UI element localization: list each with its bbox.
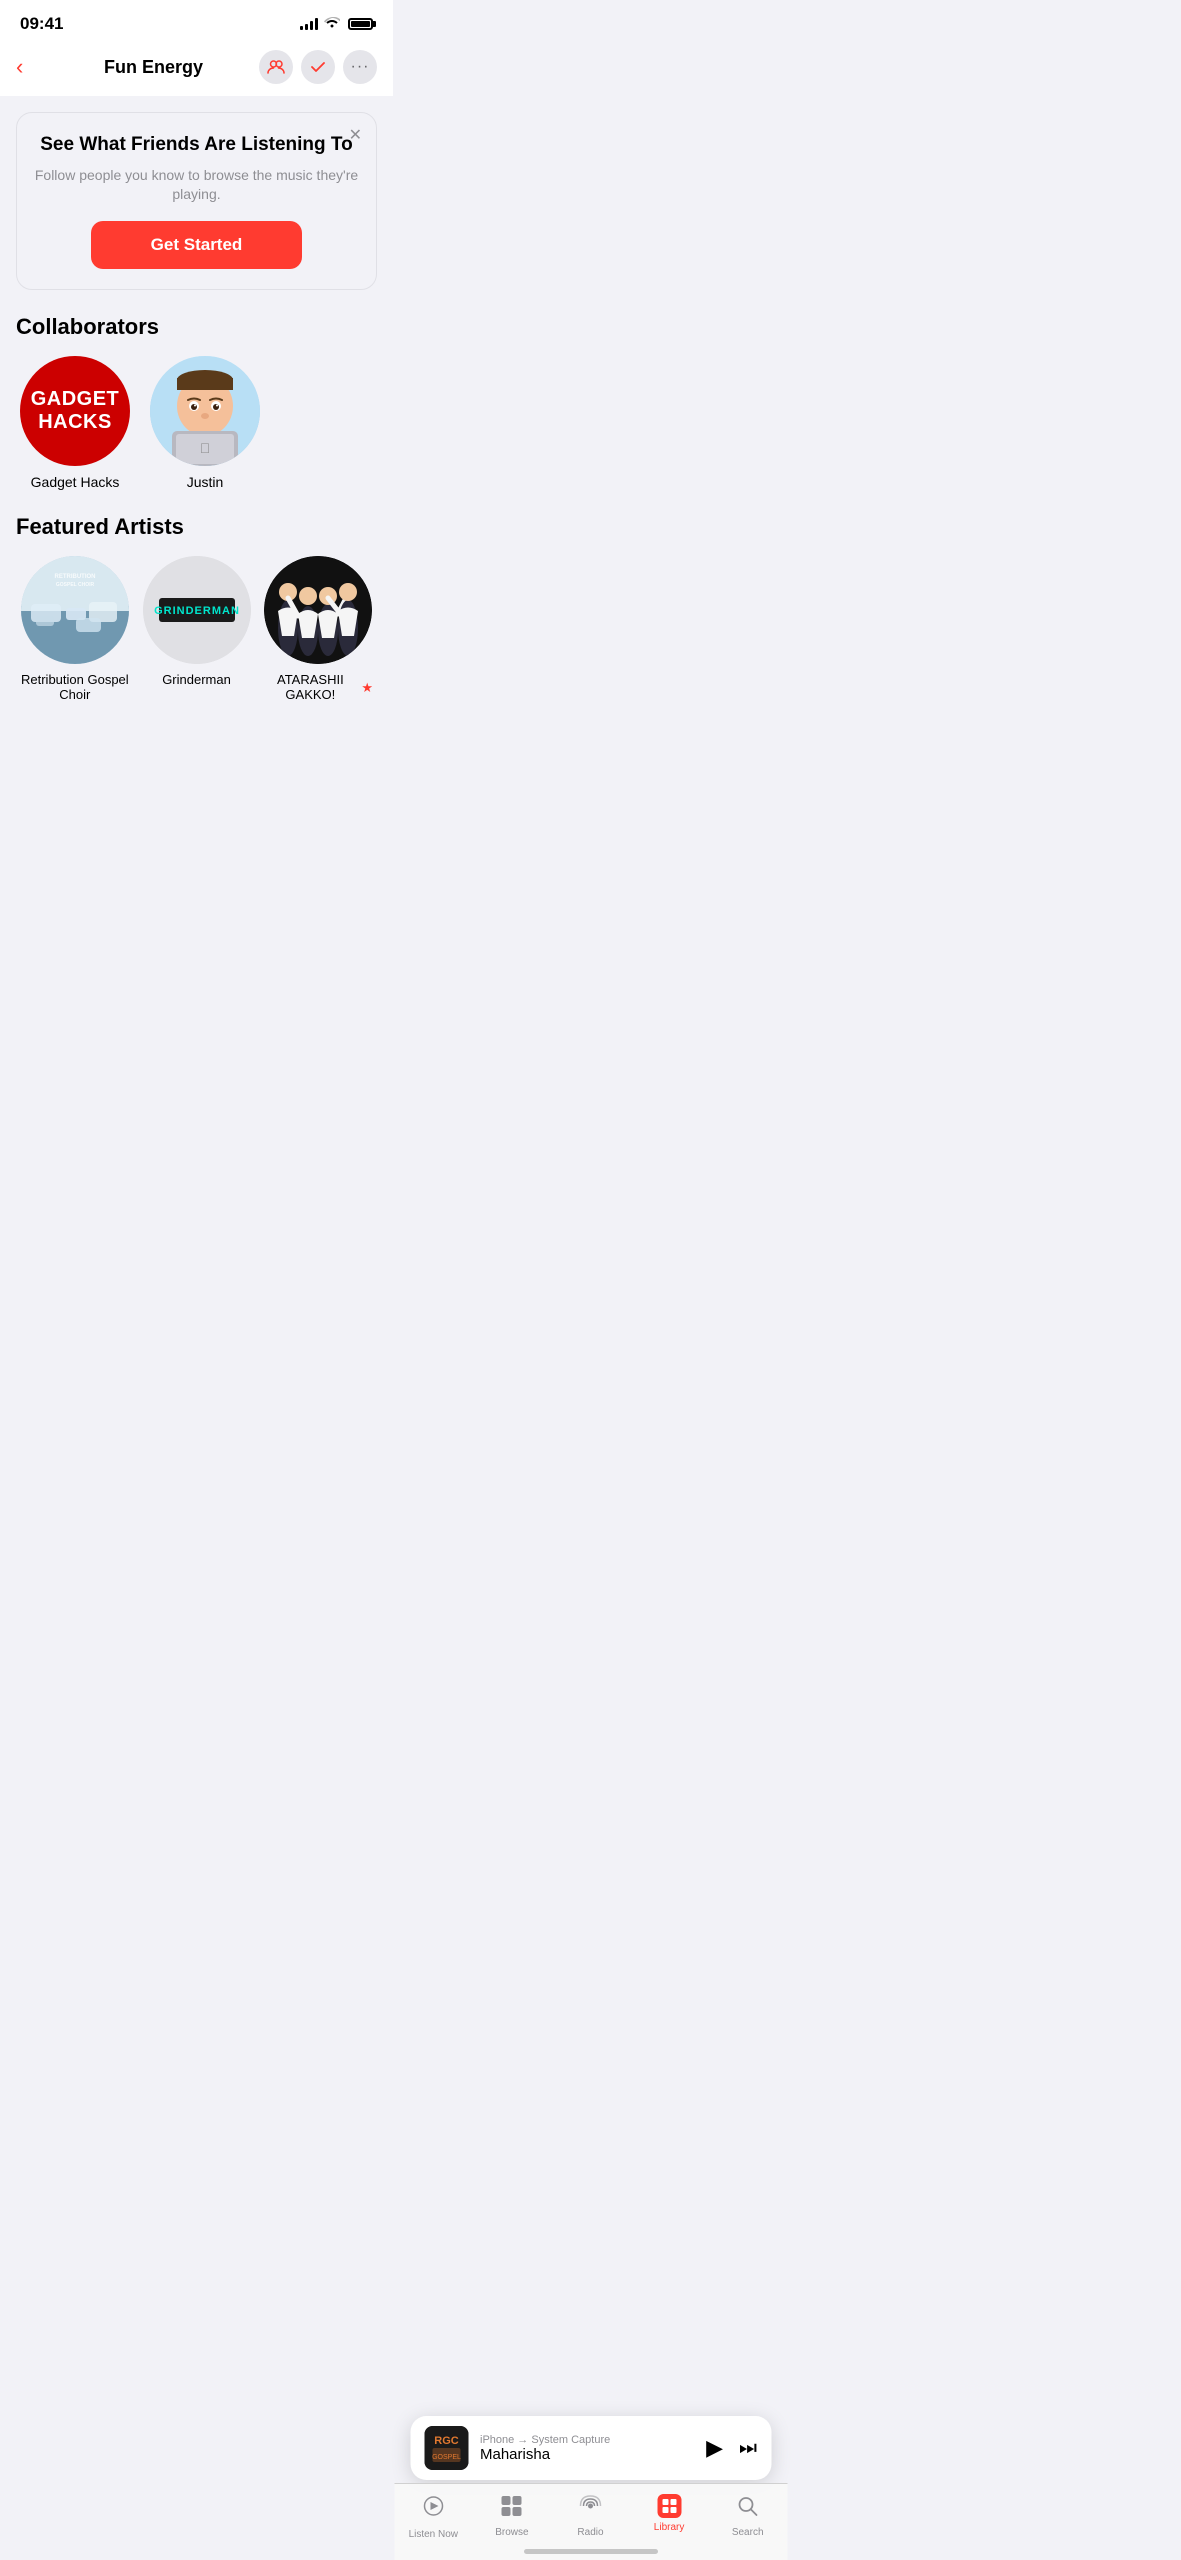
grinderman-avatar: GRINDERMAN — [143, 556, 251, 664]
collaborators-title: Collaborators — [16, 314, 377, 340]
now-playing-bar[interactable]: RGC GOSPEL iPhone → System Capture Mahar… — [410, 2416, 771, 2480]
now-playing-info: iPhone → System Capture Maharisha — [480, 2434, 694, 2463]
svg-text:RETRIBUTION: RETRIBUTION — [54, 574, 95, 580]
banner-title: See What Friends Are Listening To — [33, 133, 360, 158]
get-started-button[interactable]: Get Started — [91, 221, 303, 269]
listen-now-icon — [421, 2494, 445, 2525]
status-icons — [300, 16, 373, 32]
tab-radio[interactable]: Radio — [551, 2494, 630, 2538]
listen-now-label: Listen Now — [409, 2529, 458, 2540]
gadget-hacks-avatar: GADGETHACKS — [20, 356, 130, 466]
radio-label: Radio — [577, 2527, 603, 2538]
fast-forward-button[interactable]: ⏭ — [739, 2437, 757, 2460]
search-label: Search — [732, 2527, 764, 2538]
nav-actions: ··· — [259, 50, 377, 84]
artist-atarashii[interactable]: ATARASHII GAKKO! ★ — [263, 556, 373, 703]
svg-text:GRINDERMAN: GRINDERMAN — [154, 605, 240, 617]
retribution-name: Retribution Gospel Choir — [20, 672, 130, 703]
featured-artists-title: Featured Artists — [16, 514, 377, 540]
banner-subtitle: Follow people you know to browse the mus… — [33, 166, 360, 205]
artists-list: RETRIBUTION GOSPEL CHOIR Retribution Gos… — [16, 556, 377, 703]
nav-bar: ‹ Fun Energy ··· — [0, 42, 393, 96]
tab-listen-now[interactable]: Listen Now — [394, 2494, 473, 2540]
search-icon — [736, 2494, 760, 2523]
featured-artists-section: Featured Artists — [16, 514, 377, 703]
status-bar: 09:41 — [0, 0, 393, 42]
main-content: ✕ See What Friends Are Listening To Foll… — [0, 96, 393, 883]
artist-grinderman[interactable]: GRINDERMAN Grinderman — [142, 556, 252, 703]
library-label: Library — [654, 2522, 685, 2533]
radio-icon — [578, 2494, 602, 2523]
battery-icon — [348, 18, 373, 30]
atarashii-name: ATARASHII GAKKO! ★ — [263, 672, 373, 703]
svg-text:GOSPEL CHOIR: GOSPEL CHOIR — [56, 582, 95, 588]
justin-avatar:  — [150, 356, 260, 466]
page-title: Fun Energy — [48, 57, 259, 78]
browse-icon — [500, 2494, 524, 2523]
svg-text:RGC: RGC — [434, 2435, 459, 2447]
gadget-hacks-logo-text: GADGETHACKS — [31, 388, 120, 434]
play-button[interactable]: ▶ — [706, 2435, 723, 2461]
gadget-hacks-name: Gadget Hacks — [31, 474, 120, 490]
now-playing-controls: ▶ ⏭ — [706, 2435, 757, 2461]
friends-button[interactable] — [259, 50, 293, 84]
atarashii-avatar — [264, 556, 372, 664]
signal-icon — [300, 18, 318, 30]
collaborators-section: Collaborators GADGETHACKS Gadget Hacks — [16, 314, 377, 490]
checkmark-button[interactable] — [301, 50, 335, 84]
collaborators-list: GADGETHACKS Gadget Hacks — [16, 356, 377, 490]
collaborator-gadget-hacks[interactable]: GADGETHACKS Gadget Hacks — [20, 356, 130, 490]
now-playing-title: Maharisha — [480, 2446, 694, 2463]
back-button[interactable]: ‹ — [16, 54, 48, 80]
now-playing-source: iPhone → System Capture — [480, 2434, 694, 2446]
status-time: 09:41 — [20, 14, 63, 34]
banner-close-button[interactable]: ✕ — [349, 125, 362, 145]
justin-name: Justin — [187, 474, 224, 490]
artist-retribution[interactable]: RETRIBUTION GOSPEL CHOIR Retribution Gos… — [20, 556, 130, 703]
friends-banner: ✕ See What Friends Are Listening To Foll… — [16, 112, 377, 290]
retribution-avatar: RETRIBUTION GOSPEL CHOIR — [21, 556, 129, 664]
more-button[interactable]: ··· — [343, 50, 377, 84]
library-icon — [657, 2494, 681, 2518]
star-badge: ★ — [361, 680, 373, 696]
grinderman-name: Grinderman — [162, 672, 231, 688]
svg-text::  — [200, 440, 211, 456]
home-indicator — [524, 2549, 658, 2554]
justin-memoji:  — [150, 356, 260, 466]
tab-library[interactable]: Library — [630, 2494, 709, 2533]
tab-browse[interactable]: Browse — [473, 2494, 552, 2538]
svg-text:GOSPEL: GOSPEL — [432, 2454, 461, 2461]
now-playing-artwork: RGC GOSPEL — [424, 2426, 468, 2470]
collaborator-justin[interactable]:  Justin — [150, 356, 260, 490]
tab-search[interactable]: Search — [708, 2494, 787, 2538]
wifi-icon — [324, 16, 340, 32]
browse-label: Browse — [495, 2527, 528, 2538]
